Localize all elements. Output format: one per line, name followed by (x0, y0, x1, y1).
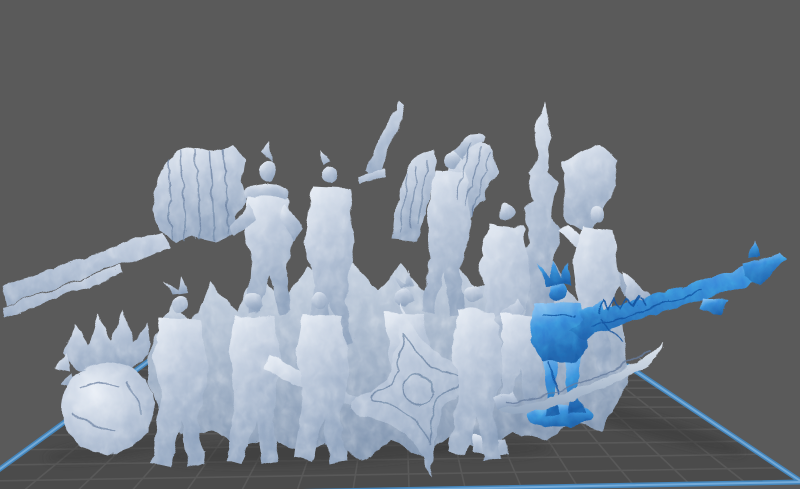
viewport-canvas[interactable] (0, 0, 800, 489)
slicer-3d-viewport[interactable] (0, 0, 800, 489)
